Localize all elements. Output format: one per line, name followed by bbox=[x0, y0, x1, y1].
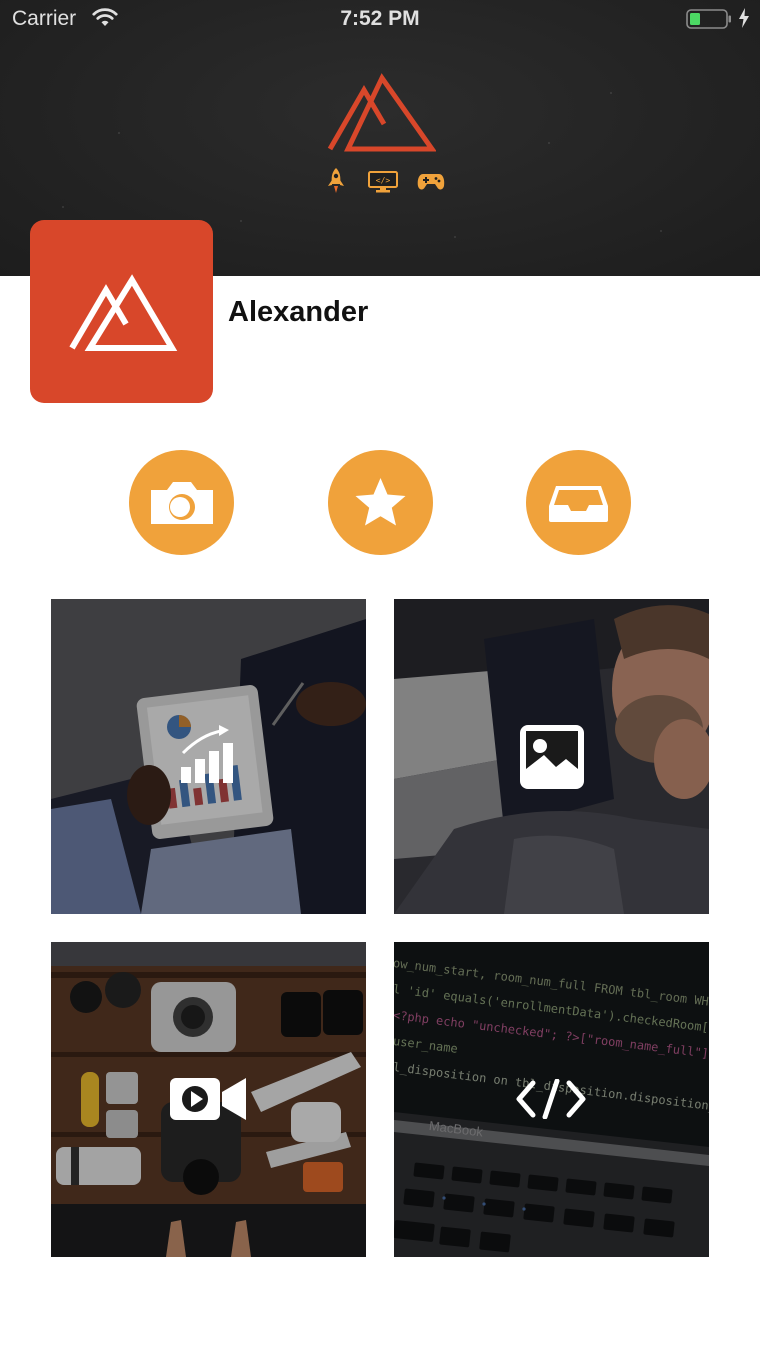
bar-chart-icon bbox=[181, 725, 233, 783]
profile-name: Alexander bbox=[228, 296, 369, 328]
star-icon bbox=[355, 478, 406, 526]
analytics-tile[interactable] bbox=[51, 599, 366, 914]
status-bar: Carrier 7:52 PM bbox=[0, 0, 760, 40]
camera-icon bbox=[151, 482, 213, 524]
category-icons: </> bbox=[0, 168, 760, 196]
mountain-logo-icon bbox=[69, 274, 178, 351]
avatar[interactable] bbox=[30, 220, 213, 403]
code-monitor-icon: </> bbox=[368, 171, 398, 193]
svg-text:</>: </> bbox=[376, 176, 391, 185]
image-icon bbox=[520, 725, 584, 789]
battery-icon bbox=[686, 9, 731, 29]
photos-tile[interactable] bbox=[394, 599, 709, 914]
videos-tile[interactable] bbox=[51, 942, 366, 1257]
favorites-button[interactable] bbox=[328, 450, 433, 555]
code-tile[interactable]: ow_num_start, room_num_full FROM tbl_roo… bbox=[394, 942, 709, 1257]
code-icon bbox=[516, 1079, 586, 1119]
inbox-tray-icon bbox=[549, 486, 608, 522]
status-time: 7:52 PM bbox=[340, 7, 420, 30]
mountain-logo-icon bbox=[327, 73, 436, 152]
video-camera-icon bbox=[170, 1078, 246, 1120]
gamepad-icon bbox=[417, 174, 445, 190]
inbox-button[interactable] bbox=[526, 450, 631, 555]
charging-bolt-icon bbox=[739, 8, 749, 28]
rocket-icon bbox=[328, 168, 344, 193]
camera-button[interactable] bbox=[129, 450, 234, 555]
